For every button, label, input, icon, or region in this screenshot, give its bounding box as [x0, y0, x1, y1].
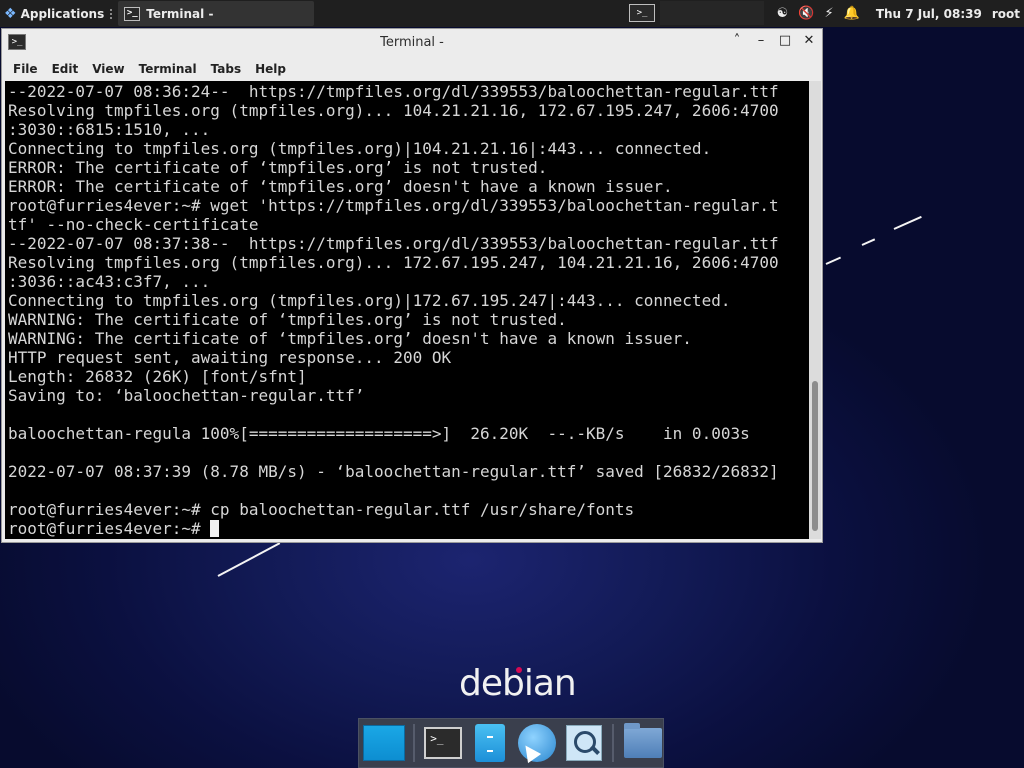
minimize-button[interactable]: –	[754, 33, 768, 48]
web-browser-icon	[518, 724, 556, 762]
desktop-streak	[893, 215, 922, 230]
desktop-streak	[861, 238, 876, 246]
top-panel: ❖ Applications >_ Terminal - >_ ☯ 🔇 ⚡ 🔔 …	[0, 0, 1024, 27]
terminal-line: WARNING: The certificate of ‘tmpfiles.or…	[8, 310, 567, 329]
dock-web-browser[interactable]	[517, 720, 558, 766]
desktop-streak	[825, 256, 842, 265]
terminal-line: Connecting to tmpfiles.org (tmpfiles.org…	[8, 139, 712, 158]
terminal-line: ERROR: The certificate of ‘tmpfiles.org’…	[8, 158, 548, 177]
terminal-line: root@furries4ever:~# wget 'https://tmpfi…	[8, 196, 779, 215]
terminal-icon: >_	[124, 6, 141, 21]
dock: >_	[358, 718, 664, 768]
menu-edit[interactable]: Edit	[45, 62, 86, 76]
battery-icon[interactable]: ⚡	[824, 6, 833, 21]
desktop-streak	[217, 542, 281, 577]
workspace-switcher-empty[interactable]	[660, 1, 764, 25]
menu-bar: File Edit View Terminal Tabs Help	[2, 57, 822, 81]
system-tray: ☯ 🔇 ⚡ 🔔 Thu 7 Jul, 08:39 root	[777, 0, 1024, 27]
shade-button[interactable]: ˄	[730, 33, 744, 48]
user-menu[interactable]: root	[992, 7, 1020, 21]
notifications-icon[interactable]: 🔔	[844, 6, 860, 21]
applications-menu-button[interactable]: ❖ Applications	[0, 0, 110, 27]
menu-tabs[interactable]: Tabs	[204, 62, 248, 76]
terminal-icon: >_	[424, 727, 463, 759]
search-icon	[565, 725, 602, 761]
taskbar-item-terminal[interactable]: >_ Terminal -	[118, 1, 315, 26]
terminal-prompt-line: root@furries4ever:~#	[8, 519, 809, 538]
terminal-line: baloochettan-regula 100%[===============…	[8, 424, 750, 443]
terminal-line: :3030::6815:1510, ...	[8, 120, 211, 139]
terminal-scrollbar[interactable]	[809, 81, 821, 539]
terminal-line: --2022-07-07 08:36:24-- https://tmpfiles…	[8, 82, 779, 101]
workspace-switcher[interactable]: >_	[626, 1, 658, 25]
terminal-line: :3036::ac43:c3f7, ...	[8, 272, 211, 291]
terminal-line: 2022-07-07 08:37:39 (8.78 MB/s) - ‘baloo…	[8, 462, 779, 481]
terminal-line: root@furries4ever:~# cp baloochettan-reg…	[8, 500, 635, 519]
terminal-line: HTTP request sent, awaiting response... …	[8, 348, 452, 367]
window-title: Terminal -	[380, 35, 444, 50]
terminal-line: Saving to: ‘baloochettan-regular.ttf’	[8, 386, 365, 405]
terminal-line: tf' --no-check-certificate	[8, 215, 259, 234]
scrollbar-thumb[interactable]	[812, 381, 818, 531]
debian-logo-dot	[516, 667, 522, 673]
workspace-terminal-icon: >_	[629, 4, 655, 22]
dock-app-finder[interactable]	[563, 720, 604, 766]
applications-label: Applications	[20, 6, 105, 21]
terminal-line: WARNING: The certificate of ‘tmpfiles.or…	[8, 329, 692, 348]
terminal-window[interactable]: >_ Terminal - ˄ – □ ✕ File Edit View Ter…	[1, 28, 823, 543]
volume-icon[interactable]: 🔇	[798, 6, 814, 21]
desktop-icon	[363, 725, 405, 761]
xfce-logo-icon: ❖	[4, 5, 17, 22]
window-controls: ˄ – □ ✕	[730, 33, 816, 48]
terminal-line: Connecting to tmpfiles.org (tmpfiles.org…	[8, 291, 731, 310]
terminal-line: Resolving tmpfiles.org (tmpfiles.org)...…	[8, 253, 779, 272]
terminal-line: ERROR: The certificate of ‘tmpfiles.org’…	[8, 177, 673, 196]
network-icon[interactable]: ☯	[777, 6, 789, 21]
menu-terminal[interactable]: Terminal	[132, 62, 204, 76]
window-titlebar[interactable]: >_ Terminal - ˄ – □ ✕	[2, 29, 822, 57]
menu-file[interactable]: File	[6, 62, 45, 76]
terminal-line: Length: 26832 (26K) [font/sfnt]	[8, 367, 307, 386]
menu-view[interactable]: View	[85, 62, 131, 76]
folder-icon	[623, 723, 662, 758]
menu-help[interactable]: Help	[248, 62, 293, 76]
terminal-line: --2022-07-07 08:37:38-- https://tmpfiles…	[8, 234, 779, 253]
terminal-output[interactable]: --2022-07-07 08:36:24-- https://tmpfiles…	[5, 81, 809, 539]
taskbar-item-label: Terminal -	[146, 6, 214, 21]
dock-terminal[interactable]: >_	[423, 720, 464, 766]
dock-show-desktop[interactable]	[363, 720, 405, 766]
terminal-prompt: root@furries4ever:~#	[8, 519, 211, 538]
dock-separator	[413, 724, 415, 762]
clock[interactable]: Thu 7 Jul, 08:39	[876, 7, 982, 21]
terminal-cursor	[210, 520, 220, 537]
maximize-button[interactable]: □	[778, 33, 792, 48]
dock-file-manager[interactable]	[470, 720, 511, 766]
panel-separator	[110, 0, 116, 27]
terminal-line: Resolving tmpfiles.org (tmpfiles.org)...…	[8, 101, 779, 120]
close-button[interactable]: ✕	[802, 33, 816, 48]
file-manager-icon	[475, 724, 506, 762]
dock-separator	[612, 724, 615, 762]
dock-home-folder[interactable]	[622, 720, 663, 766]
